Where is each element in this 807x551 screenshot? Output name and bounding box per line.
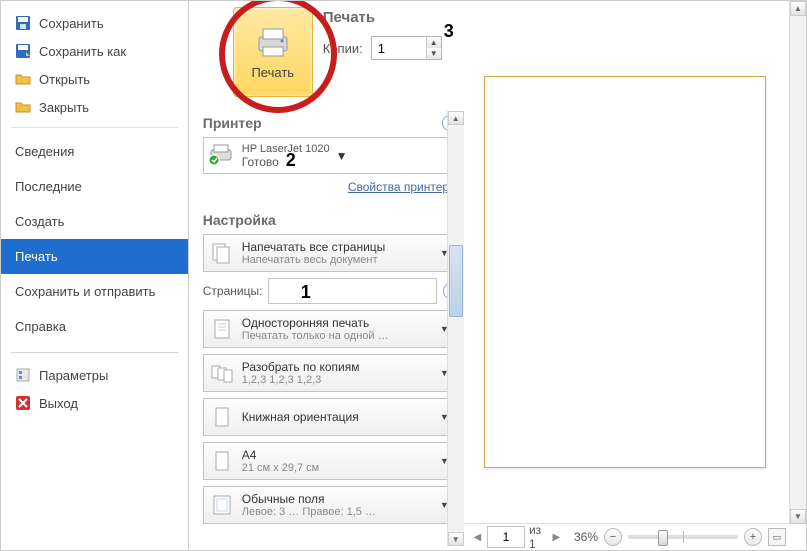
setting-orientation[interactable]: Книжная ориентация ▼ (203, 398, 458, 436)
preview-page (484, 76, 766, 468)
sidebar: Сохранить Сохранить как Открыть Закрыть … (1, 1, 189, 550)
side-recent[interactable]: Последние (1, 169, 188, 204)
folder-close-icon (15, 99, 31, 115)
side-label: Параметры (39, 368, 108, 383)
pages-icon (208, 239, 236, 267)
scroll-down[interactable]: ▼ (448, 532, 464, 546)
save-icon (15, 15, 31, 31)
copies-label: Копии: (323, 41, 363, 56)
separator (11, 352, 178, 353)
copies-spinner[interactable]: ▲ ▼ (371, 36, 442, 60)
scroll-down[interactable]: ▼ (790, 509, 806, 524)
scroll-up[interactable]: ▲ (790, 1, 806, 16)
orientation-icon (208, 403, 236, 431)
printer-section-title: Принтер (203, 115, 262, 131)
side-label: Закрыть (39, 100, 89, 115)
zoom-in-button[interactable]: + (744, 528, 762, 546)
page-of-label: из 1 (529, 523, 547, 551)
setting-print-range[interactable]: Напечатать все страницыНапечатать весь д… (203, 234, 458, 272)
print-button[interactable]: Печать (233, 7, 313, 97)
setting-margins[interactable]: Обычные поляЛевое: 3 … Правое: 1,5 … ▼ (203, 486, 458, 524)
options-icon (15, 367, 31, 383)
page-next[interactable]: ▶ (551, 530, 562, 544)
zoom-slider[interactable] (628, 535, 738, 539)
side-label: Выход (39, 396, 78, 411)
annotation-1: 1 (301, 282, 311, 303)
zoom-value: 36% (574, 530, 598, 544)
side-options[interactable]: Параметры (1, 361, 188, 389)
print-button-label: Печать (251, 65, 294, 80)
printer-icon (253, 25, 293, 59)
preview-status-bar: ◀ из 1 ▶ 36% − + ▭ (464, 523, 806, 550)
side-info[interactable]: Сведения (1, 134, 188, 169)
side-label: Сохранить как (39, 44, 126, 59)
side-close[interactable]: Закрыть (1, 93, 188, 121)
paper-icon (208, 447, 236, 475)
side-label: Сохранить (39, 16, 104, 31)
collate-icon (208, 359, 236, 387)
scroll-thumb[interactable] (449, 245, 463, 317)
backstage-print: Сохранить Сохранить как Открыть Закрыть … (0, 0, 807, 551)
page-current-input[interactable] (487, 526, 525, 548)
side-exit[interactable]: Выход (1, 389, 188, 417)
exit-icon (15, 395, 31, 411)
side-save-as[interactable]: Сохранить как (1, 37, 188, 65)
side-new[interactable]: Создать (1, 204, 188, 239)
setting-collate[interactable]: Разобрать по копиям1,2,3 1,2,3 1,2,3 ▼ (203, 354, 458, 392)
spin-up[interactable]: ▲ (427, 37, 441, 48)
zoom-thumb[interactable] (658, 530, 668, 546)
margins-icon (208, 491, 236, 519)
save-as-icon (15, 43, 31, 59)
side-open[interactable]: Открыть (1, 65, 188, 93)
pages-label: Страницы: (203, 284, 263, 298)
duplex-icon (208, 315, 236, 343)
annotation-2: 2 (286, 150, 296, 171)
separator (11, 127, 178, 128)
setting-duplex[interactable]: Односторонняя печатьПечатать только на о… (203, 310, 458, 348)
spin-down[interactable]: ▼ (427, 48, 441, 59)
copies-input[interactable] (372, 37, 426, 59)
preview-stage (464, 1, 806, 523)
preview-pane: ▲ ▼ ◀ из 1 ▶ 36% − + ▭ (464, 1, 806, 550)
scroll-up[interactable]: ▲ (448, 111, 464, 125)
chevron-down-icon: ▼ (336, 149, 348, 163)
panel-scrollbar[interactable]: ▲ ▼ (447, 111, 464, 546)
zoom-fit-button[interactable]: ▭ (768, 528, 786, 546)
printer-properties-link[interactable]: Свойства принтера (348, 180, 456, 194)
scroll-track[interactable] (790, 16, 806, 509)
side-help[interactable]: Справка (1, 309, 188, 344)
side-save[interactable]: Сохранить (1, 9, 188, 37)
side-save-send[interactable]: Сохранить и отправить (1, 274, 188, 309)
side-label: Открыть (39, 72, 90, 87)
pages-input[interactable] (268, 278, 437, 304)
annotation-3: 3 (444, 21, 454, 42)
page-prev[interactable]: ◀ (472, 530, 483, 544)
folder-open-icon (15, 71, 31, 87)
preview-scrollbar[interactable]: ▲ ▼ (789, 1, 806, 524)
printer-select[interactable]: HP LaserJet 1020 Готово ▼ 2 (203, 137, 458, 174)
printer-device-icon (208, 142, 236, 169)
settings-section-title: Настройка (203, 212, 276, 228)
setting-paper-size[interactable]: A421 см x 29,7 см ▼ (203, 442, 458, 480)
print-title: Печать (323, 7, 458, 32)
scroll-track[interactable] (448, 125, 464, 532)
print-panel: Печать Печать Копии: ▲ ▼ (189, 1, 464, 550)
side-print-active[interactable]: Печать (1, 239, 188, 274)
zoom-out-button[interactable]: − (604, 528, 622, 546)
